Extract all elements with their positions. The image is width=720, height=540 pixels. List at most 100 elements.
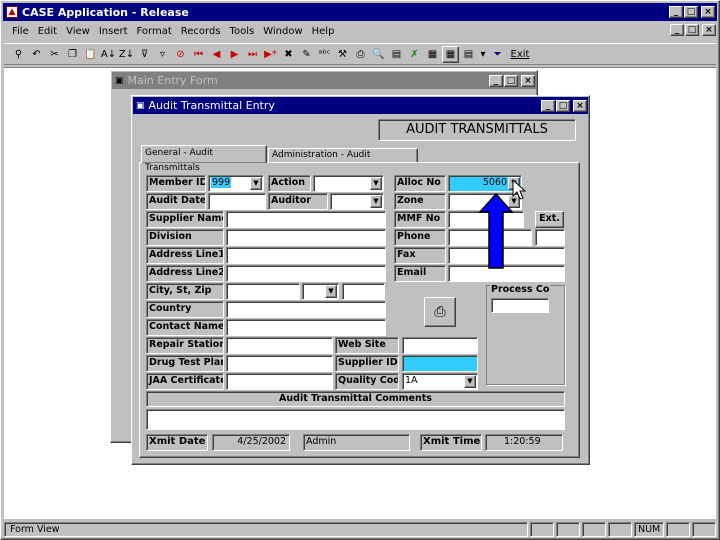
sort-ascending-icon[interactable]: A↓ <box>100 46 117 63</box>
exit-button[interactable]: Exit <box>507 46 533 63</box>
datasheet-icon[interactable]: ▦ <box>442 45 459 63</box>
menu-file[interactable]: File <box>12 24 29 40</box>
audit-transmittal-title-bar[interactable]: ▣ Audit Transmittal Entry _ □ × <box>133 97 588 114</box>
menu-bar: File Edit View Insert Format Records Too… <box>12 24 343 40</box>
comments-field[interactable] <box>146 409 565 430</box>
menu-tools[interactable]: Tools <box>230 24 255 40</box>
alloc-no-field[interactable]: 5060▼ <box>448 175 522 192</box>
form-icon: ▣ <box>136 100 145 111</box>
audit-close-button[interactable]: × <box>573 99 587 112</box>
menu-view[interactable]: View <box>66 24 90 40</box>
paste-icon[interactable]: 📋 <box>82 46 99 63</box>
main-form-close-button[interactable]: × <box>521 74 535 87</box>
binoculars-icon[interactable]: ⚲ <box>10 46 27 63</box>
state-field[interactable]: ▼ <box>302 283 339 300</box>
jaa-certificate-field[interactable] <box>226 373 333 390</box>
tools-icon[interactable]: ⚒ <box>334 46 351 63</box>
excel-icon[interactable]: ✗ <box>406 46 423 63</box>
main-entry-form-title-bar[interactable]: ▣ Main Entry Form _ □ × <box>112 72 536 89</box>
chevron-down-icon[interactable]: ▼ <box>464 375 476 388</box>
tab-administration[interactable]: Administration - Audit Transmittals <box>268 148 418 173</box>
mmf-no-label: MMF No <box>394 211 446 228</box>
mdi-close-button[interactable]: × <box>702 24 716 36</box>
report-icon[interactable]: ▤ <box>388 46 405 63</box>
spelling-icon[interactable]: ᵃᵇᶜ <box>316 46 333 63</box>
cut-icon[interactable]: ✂ <box>46 46 63 63</box>
supplier-name-field[interactable] <box>226 211 386 228</box>
menu-insert[interactable]: Insert <box>99 24 128 40</box>
first-record-icon[interactable]: ⏮ <box>190 46 207 63</box>
contact-name-field[interactable] <box>226 319 386 336</box>
print-icon[interactable]: ⎙ <box>352 46 369 63</box>
delete-record-icon[interactable]: ✖ <box>280 46 297 63</box>
address-line2-field[interactable] <box>226 265 386 282</box>
filter-by-selection-icon[interactable]: ⊽ <box>136 46 153 63</box>
audit-minimize-button[interactable]: _ <box>541 99 555 112</box>
chevron-down-icon[interactable]: ▼ <box>325 285 337 298</box>
maximize-button[interactable]: □ <box>684 6 698 18</box>
menu-edit[interactable]: Edit <box>38 24 57 40</box>
menu-window[interactable]: Window <box>263 24 302 40</box>
process-co-field[interactable] <box>491 298 549 313</box>
ext-field[interactable] <box>535 229 565 246</box>
supplier-id-field[interactable] <box>402 355 478 372</box>
zip-field[interactable] <box>342 283 385 300</box>
table-icon[interactable]: ▤ <box>460 46 477 63</box>
mdi-minimize-button[interactable]: _ <box>670 24 684 36</box>
mdi-controls: _ □ × <box>670 24 716 36</box>
auditor-field[interactable]: ▼ <box>330 193 384 210</box>
copy-icon[interactable]: ❐ <box>64 46 81 63</box>
sort-descending-icon[interactable]: Z↓ <box>118 46 135 63</box>
previous-record-icon[interactable]: ◀ <box>208 46 225 63</box>
chevron-down-icon[interactable]: ▼ <box>250 177 262 190</box>
filter-by-form-icon[interactable]: ▿ <box>154 46 171 63</box>
address-line1-field[interactable] <box>226 247 386 264</box>
repair-station-field[interactable] <box>226 337 333 354</box>
chevron-down-icon[interactable]: ▼ <box>370 195 382 208</box>
menu-records[interactable]: Records <box>181 24 221 40</box>
member-id-field[interactable]: 999 ▼ <box>208 175 264 192</box>
fax-label: Fax <box>394 247 446 264</box>
mouse-cursor-icon <box>512 179 526 200</box>
menu-format[interactable]: Format <box>137 24 172 40</box>
remove-filter-icon[interactable]: ⊘ <box>172 46 189 63</box>
city-field[interactable] <box>226 283 300 300</box>
close-button[interactable]: × <box>701 6 715 18</box>
audit-transmittal-title: Audit Transmittal Entry <box>148 99 275 112</box>
view-dropdown-icon[interactable]: ▾ <box>478 46 488 63</box>
audit-date-field[interactable] <box>208 193 266 210</box>
last-record-icon[interactable]: ⏭ <box>244 46 261 63</box>
next-record-icon[interactable]: ▶ <box>226 46 243 63</box>
status-panel-4 <box>608 521 632 537</box>
new-record-icon[interactable]: ▶* <box>262 46 279 63</box>
web-site-field[interactable] <box>402 337 478 354</box>
save-record-icon[interactable]: ✎ <box>298 46 315 63</box>
audit-maximize-button[interactable]: □ <box>556 99 570 112</box>
quality-code-field[interactable]: 1A ▼ <box>402 373 478 390</box>
status-panel-5 <box>666 521 690 537</box>
process-co-group: Process Co <box>486 284 565 385</box>
country-field[interactable] <box>226 301 386 318</box>
division-field[interactable] <box>226 229 386 246</box>
menu-help[interactable]: Help <box>312 24 335 40</box>
mdi-restore-button[interactable]: □ <box>685 24 699 36</box>
chevron-down-icon[interactable]: ▼ <box>370 177 382 190</box>
tab-general[interactable]: General - Audit Transmittals <box>141 145 267 173</box>
country-label: Country <box>146 301 224 318</box>
action-field[interactable]: ▼ <box>313 175 384 192</box>
drug-test-plan-field[interactable] <box>226 355 333 372</box>
main-form-minimize-button[interactable]: _ <box>489 74 503 87</box>
undo-icon[interactable]: ↶ <box>28 46 45 63</box>
app-title-bar[interactable]: ▲ CASE Application - Release _ □ × <box>3 3 717 21</box>
main-form-maximize-button[interactable]: □ <box>504 74 518 87</box>
print-button[interactable]: ⎙ <box>424 297 456 327</box>
funnel-icon[interactable]: ⏷ <box>489 46 506 63</box>
status-panel-6 <box>692 521 716 537</box>
status-text: Form View <box>4 521 528 537</box>
print-preview-icon[interactable]: 🔍 <box>370 46 387 63</box>
xmit-date-field: 4/25/2002 <box>212 434 290 451</box>
form-view-icon[interactable]: ▦ <box>424 46 441 63</box>
status-bar: Form View NUM <box>4 521 716 537</box>
xmit-date-label: Xmit Date <box>146 434 208 451</box>
minimize-button[interactable]: _ <box>669 6 683 18</box>
